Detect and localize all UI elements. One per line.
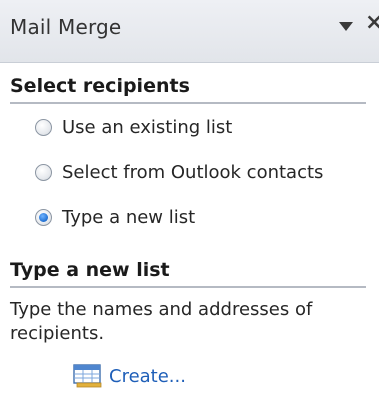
create-link[interactable]: Create... [73, 363, 186, 389]
table-list-icon[interactable] [73, 363, 103, 389]
radio-selected-icon[interactable] [35, 208, 52, 226]
radio-unselected-icon[interactable] [35, 118, 52, 136]
mail-merge-pane: Mail Merge × Select recipients Use an ex… [0, 0, 379, 398]
option-select-outlook-contacts[interactable]: Select from Outlook contacts [35, 159, 323, 185]
pane-title: Mail Merge [10, 15, 122, 39]
create-link-label[interactable]: Create... [109, 366, 186, 387]
radio-unselected-icon[interactable] [35, 163, 52, 181]
type-new-list-description: Type the names and addresses of recipien… [10, 299, 313, 344]
section-header-type-new-list: Type a new list [10, 259, 366, 288]
pane-title-bar: Mail Merge × [0, 0, 379, 63]
option-label: Select from Outlook contacts [62, 161, 324, 183]
option-use-existing-list[interactable]: Use an existing list [35, 114, 232, 140]
section-header-select-recipients: Select recipients [10, 75, 366, 104]
close-icon[interactable]: × [365, 12, 379, 34]
dropdown-triangle-icon[interactable] [339, 22, 353, 31]
option-type-new-list[interactable]: Type a new list [35, 204, 195, 230]
option-label: Type a new list [62, 206, 196, 228]
option-label: Use an existing list [62, 116, 233, 138]
